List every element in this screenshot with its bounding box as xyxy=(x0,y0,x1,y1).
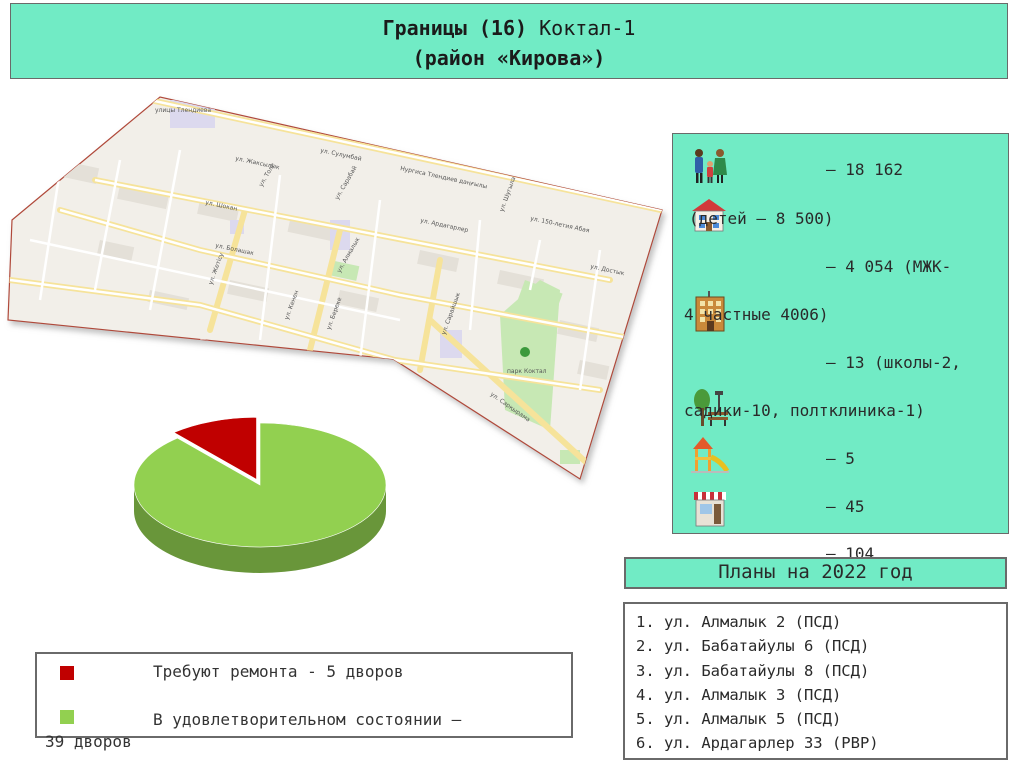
legend-swatch-repair xyxy=(60,666,74,680)
stat-children: (детей – 8 500) xyxy=(689,209,834,228)
stats-content: – 18 162 (детей – 8 500) – 4 054 (МЖК- 4… xyxy=(672,133,1009,563)
stat-schools: – 13 (школы-2, xyxy=(826,353,961,372)
stat-kindergartens: садики-10, полтклиника-1) xyxy=(684,401,925,420)
yards-pie-chart xyxy=(125,410,395,580)
list-item: 1. ул. Алмалык 2 (ПСД) xyxy=(636,613,842,631)
legend-ok-label: В удовлетворительном состоянии – xyxy=(153,710,462,729)
list-item: 5. ул. Алмалык 5 (ПСД) xyxy=(636,710,842,729)
list-item: 6. ул. Ардагарлер 33 (РВР) xyxy=(636,734,879,753)
title-subtitle: (район «Кирова») xyxy=(412,46,606,70)
family-icon xyxy=(690,147,730,189)
list-item: 3. ул. Бабатайулы 8 (ПСД) xyxy=(636,661,870,680)
legend-repair-label: Требуют ремонта - 5 дворов xyxy=(153,662,404,681)
stat-housing-private: 4 частные 4006) xyxy=(684,305,829,324)
stat-housing: – 4 054 (МЖК- xyxy=(826,257,952,276)
chart-legend: Требуют ремонта - 5 дворов В удовлетвори… xyxy=(35,652,573,738)
stat-playgrounds: – 5 xyxy=(826,449,855,468)
legend-swatch-ok xyxy=(60,710,74,724)
list-item: 2. ул. Бабатайулы 6 (ПСД) xyxy=(636,637,870,656)
legend-ok-label-cont: 39 дворов xyxy=(45,732,132,751)
shop-icon xyxy=(692,490,728,532)
stat-population: – 18 162 xyxy=(826,160,904,179)
title-bold: Границы (16) xyxy=(382,16,528,40)
list-item: 4. ул. Алмалык 3 (ПСД) xyxy=(636,685,842,704)
title-district: Коктал-1 xyxy=(539,16,636,40)
page-title: Границы (16) Коктал-1 (район «Кирова») xyxy=(10,3,1008,79)
plans-header: Планы на 2022 год xyxy=(624,557,1007,589)
map-label: улицы Тлендиева xyxy=(155,107,211,114)
pie-slice-ok xyxy=(133,422,387,548)
plans-list: 1. ул. Алмалык 2 (ПСД) 2. ул. Бабатайулы… xyxy=(623,602,1008,760)
map-label: парк Коктал xyxy=(507,368,547,375)
playground-icon xyxy=(689,435,731,479)
stat-shops: – 45 xyxy=(826,497,865,516)
